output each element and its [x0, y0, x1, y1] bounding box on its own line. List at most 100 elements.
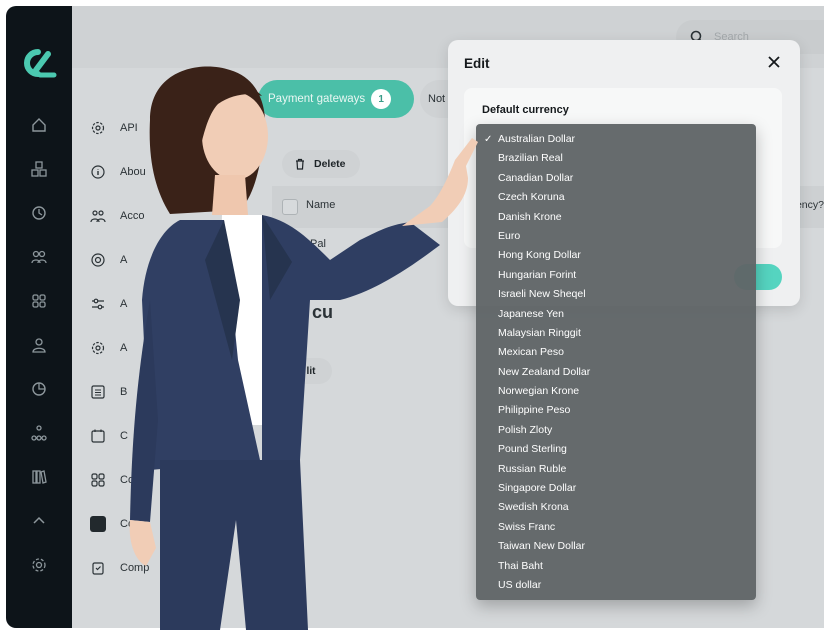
currency-option-label: Hungarian Forint: [498, 268, 577, 281]
delete-button[interactable]: Delete: [282, 150, 360, 178]
currency-option[interactable]: Canadian Dollar: [476, 169, 756, 188]
currency-option[interactable]: Russian Ruble: [476, 460, 756, 479]
currency-option-label: Czech Koruna: [498, 191, 565, 204]
target-icon: [91, 253, 105, 267]
currency-option[interactable]: Swedish Krona: [476, 498, 756, 517]
currency-option[interactable]: Polish Zloty: [476, 421, 756, 440]
info-icon: [91, 165, 105, 179]
sliders-icon: [92, 298, 104, 310]
settings-gear-icon[interactable]: [28, 554, 50, 576]
currency-option[interactable]: Euro: [476, 227, 756, 246]
currency-option[interactable]: Mexican Peso: [476, 343, 756, 362]
currency-option[interactable]: Czech Koruna: [476, 188, 756, 207]
settings-menu-label: A: [120, 298, 128, 310]
settings-menu-item-b[interactable]: B: [90, 384, 127, 400]
calendar-icon: [91, 429, 105, 443]
currency-option[interactable]: ✓ Australian Dollar: [476, 130, 756, 149]
home-icon[interactable]: [28, 114, 50, 136]
currency-option[interactable]: Danish Krone: [476, 208, 756, 227]
settings-menu-item-about[interactable]: Abou: [90, 164, 146, 180]
currency-option-label: Thai Baht: [498, 559, 543, 572]
currency-option-label: US dollar: [498, 578, 542, 591]
chevron-up-icon[interactable]: [28, 510, 50, 532]
currency-option[interactable]: Israeli New Sheqel: [476, 285, 756, 304]
currency-option-label: Hong Kong Dollar: [498, 249, 581, 262]
currency-option[interactable]: Singapore Dollar: [476, 479, 756, 498]
users-icon: [90, 210, 106, 223]
square-icon: [90, 516, 106, 532]
currency-option[interactable]: Swiss Franc: [476, 518, 756, 537]
hierarchy-icon[interactable]: [28, 422, 50, 444]
list-icon: [91, 385, 105, 399]
settings-menu-label: C: [120, 430, 128, 442]
edit-button[interactable]: lit: [290, 358, 332, 384]
refresh-icon[interactable]: [28, 202, 50, 224]
currency-option[interactable]: Hungarian Forint: [476, 266, 756, 285]
trash-icon: [296, 158, 304, 170]
currency-option[interactable]: Japanese Yen: [476, 305, 756, 324]
settings-menu-label: A: [120, 342, 128, 354]
settings-menu-label: Abou: [120, 166, 146, 178]
boxes-icon[interactable]: [28, 158, 50, 180]
library-icon[interactable]: [28, 466, 50, 488]
screenshot: Search API Abou Acco A A A B C Co Co Com…: [0, 0, 826, 630]
table-row-name: Pal: [310, 238, 326, 250]
currency-option-label: Mexican Peso: [498, 346, 564, 359]
gear-icon: [91, 121, 105, 135]
settings-menu-item-a2[interactable]: A: [90, 296, 127, 312]
tab-label: Not: [428, 93, 446, 105]
pie-chart-icon[interactable]: [28, 378, 50, 400]
currency-option[interactable]: US dollar: [476, 576, 756, 595]
settings-menu-label: Co: [120, 518, 135, 530]
settings-menu-label: B: [120, 386, 128, 398]
currency-option[interactable]: Taiwan New Dollar: [476, 537, 756, 556]
currency-dropdown[interactable]: ✓ Australian Dollar Brazilian Real Canadian…: [476, 124, 756, 600]
grid-icon[interactable]: [28, 290, 50, 312]
select-all-checkbox[interactable]: [282, 199, 298, 215]
settings-menu-item-co2[interactable]: Co: [90, 516, 134, 532]
settings-menu-item-accounts[interactable]: Acco: [90, 208, 144, 224]
currency-option-label: Pound Sterling: [498, 443, 567, 456]
settings-menu-item-comp[interactable]: Comp: [90, 560, 149, 576]
currency-option[interactable]: Brazilian Real: [476, 149, 756, 168]
user-icon[interactable]: [28, 334, 50, 356]
currency-option[interactable]: Malaysian Ringgit: [476, 324, 756, 343]
section-subtitle: r: [296, 336, 300, 347]
settings-menu-item-co1[interactable]: Co: [90, 472, 134, 488]
settings-menu-item-a1[interactable]: A: [90, 252, 127, 268]
modal-title: Edit: [464, 56, 490, 71]
currency-option-label: New Zealand Dollar: [498, 365, 591, 378]
currency-option[interactable]: Norwegian Krone: [476, 382, 756, 401]
settings-menu-item-api[interactable]: API: [90, 120, 138, 136]
settings-menu-item-a3[interactable]: A: [90, 340, 127, 356]
settings-menu-label: Acco: [120, 210, 145, 222]
currency-option[interactable]: Hong Kong Dollar: [476, 246, 756, 265]
left-nav-rail: [6, 6, 72, 628]
currency-option-label: Canadian Dollar: [498, 171, 574, 184]
grid-icon: [91, 473, 105, 487]
tab-label: Payment gateways: [268, 93, 366, 105]
gear-icon: [91, 341, 105, 355]
currency-option-label: Japanese Yen: [498, 307, 564, 320]
currency-option[interactable]: Philippine Peso: [476, 401, 756, 420]
currency-option[interactable]: Pound Sterling: [476, 440, 756, 459]
currency-option[interactable]: New Zealand Dollar: [476, 363, 756, 382]
tab-payment-gateways[interactable]: Payment gateways 1: [258, 80, 414, 118]
currency-option-label: Brazilian Real: [498, 152, 563, 165]
default-currency-label: Default currency: [482, 104, 569, 116]
column-header-currency: ency?: [795, 199, 824, 211]
currency-option-label: Norwegian Krone: [498, 385, 580, 398]
checkmark-icon: ✓: [484, 134, 493, 145]
currency-option-label: Singapore Dollar: [498, 482, 577, 495]
people-icon[interactable]: [28, 246, 50, 268]
currency-option-label: Danish Krone: [498, 210, 562, 223]
settings-menu-label: A: [120, 254, 128, 266]
currency-option-label: Euro: [498, 229, 521, 242]
close-icon[interactable]: [764, 52, 784, 72]
currency-option[interactable]: Thai Baht: [476, 557, 756, 576]
settings-menu-item-c[interactable]: C: [90, 428, 128, 444]
clipboard-icon: [92, 562, 104, 575]
settings-menu-label: Comp: [120, 562, 150, 574]
currency-option-label: Israeli New Sheqel: [498, 288, 586, 301]
section-title: lt cu: [296, 302, 334, 322]
